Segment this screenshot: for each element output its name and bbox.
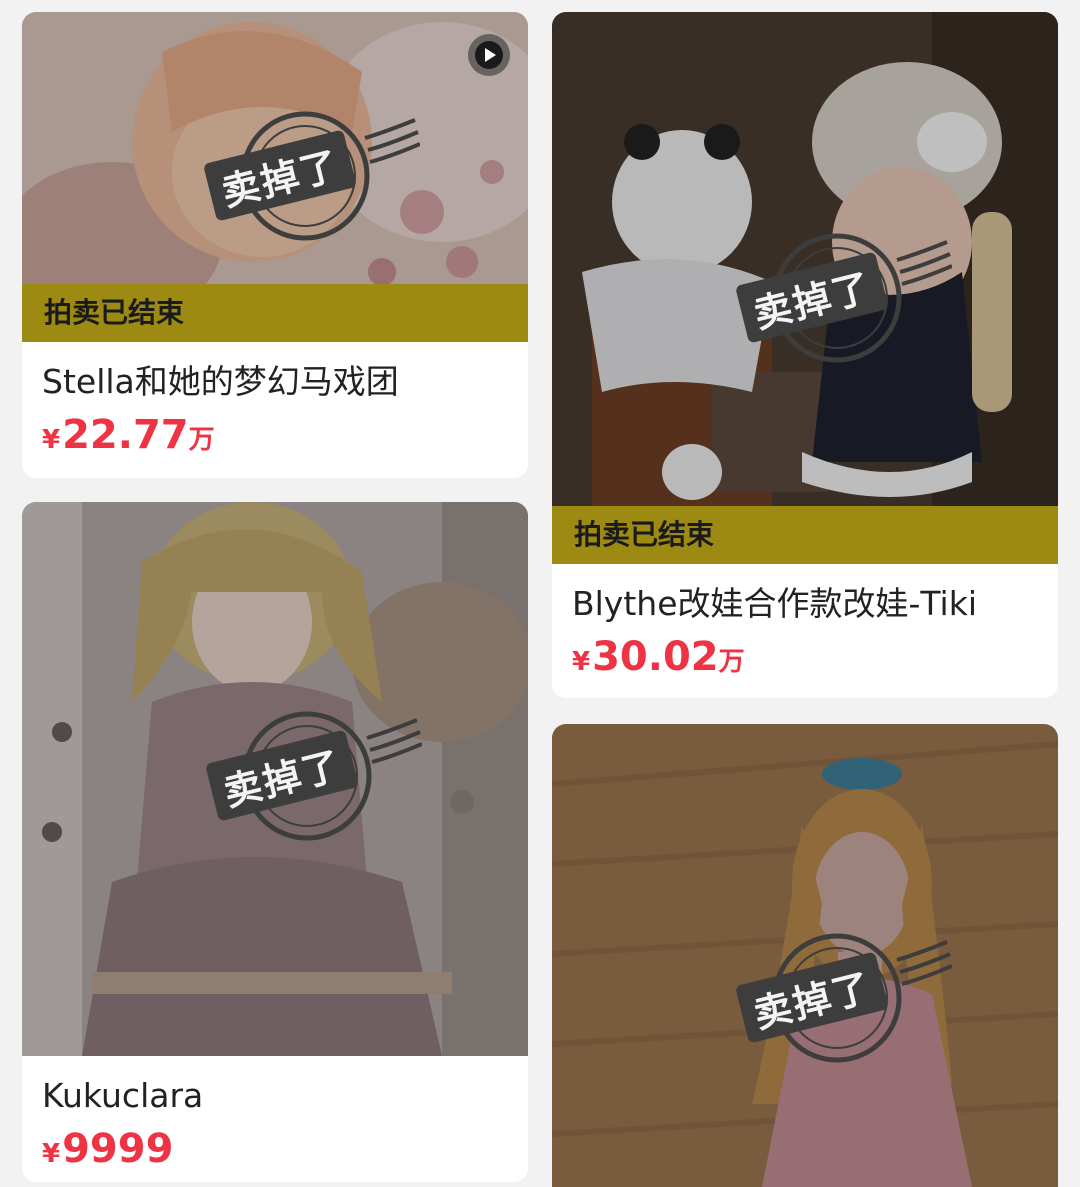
sold-stamp: 卖掉了 (192, 698, 422, 848)
listing-title[interactable]: Blythe改娃合作款改娃-Tiki (572, 582, 1038, 626)
listing-photo[interactable]: 卖掉了 拍卖已结束 (22, 12, 528, 342)
listing-photo[interactable]: 卖掉了 (552, 724, 1058, 1187)
currency-symbol: ¥ (42, 425, 61, 455)
price-unit: 万 (718, 647, 745, 677)
listing-card[interactable]: 卖掉了 (552, 724, 1058, 1187)
sold-stamp: 卖掉了 (190, 98, 420, 248)
currency-symbol: ¥ (572, 647, 591, 677)
currency-symbol: ¥ (42, 1139, 61, 1169)
listing-price: ¥30.02万 (572, 632, 1038, 690)
listing-card[interactable]: 卖掉了 Kukuclara ¥9999 (22, 502, 528, 1182)
listing-photo[interactable]: 卖掉了 拍卖已结束 (552, 12, 1058, 564)
sold-stamp: 卖掉了 (722, 920, 952, 1070)
listing-title[interactable]: Stella和她的梦幻马戏团 (42, 360, 508, 404)
auction-ended-banner: 拍卖已结束 (552, 506, 1058, 564)
price-value: 30.02 (592, 634, 719, 680)
auction-ended-banner: 拍卖已结束 (22, 284, 528, 342)
listing-card[interactable]: 卖掉了 拍卖已结束 Blythe改娃合作款改娃-Tiki ¥30.02万 (552, 12, 1058, 698)
price-value: 9999 (62, 1126, 174, 1172)
listing-title[interactable]: Kukuclara (42, 1074, 508, 1118)
play-icon (475, 41, 503, 69)
video-play-button[interactable] (468, 34, 510, 76)
listing-price: ¥22.77万 (42, 410, 508, 468)
price-value: 22.77 (62, 412, 189, 458)
listing-price: ¥9999 (42, 1124, 508, 1182)
listing-photo[interactable]: 卖掉了 (22, 502, 528, 1056)
sold-stamp: 卖掉了 (722, 220, 952, 370)
price-unit: 万 (188, 425, 215, 455)
listing-card[interactable]: 卖掉了 拍卖已结束 Stella和她的梦幻马戏团 ¥22.77万 (22, 12, 528, 478)
